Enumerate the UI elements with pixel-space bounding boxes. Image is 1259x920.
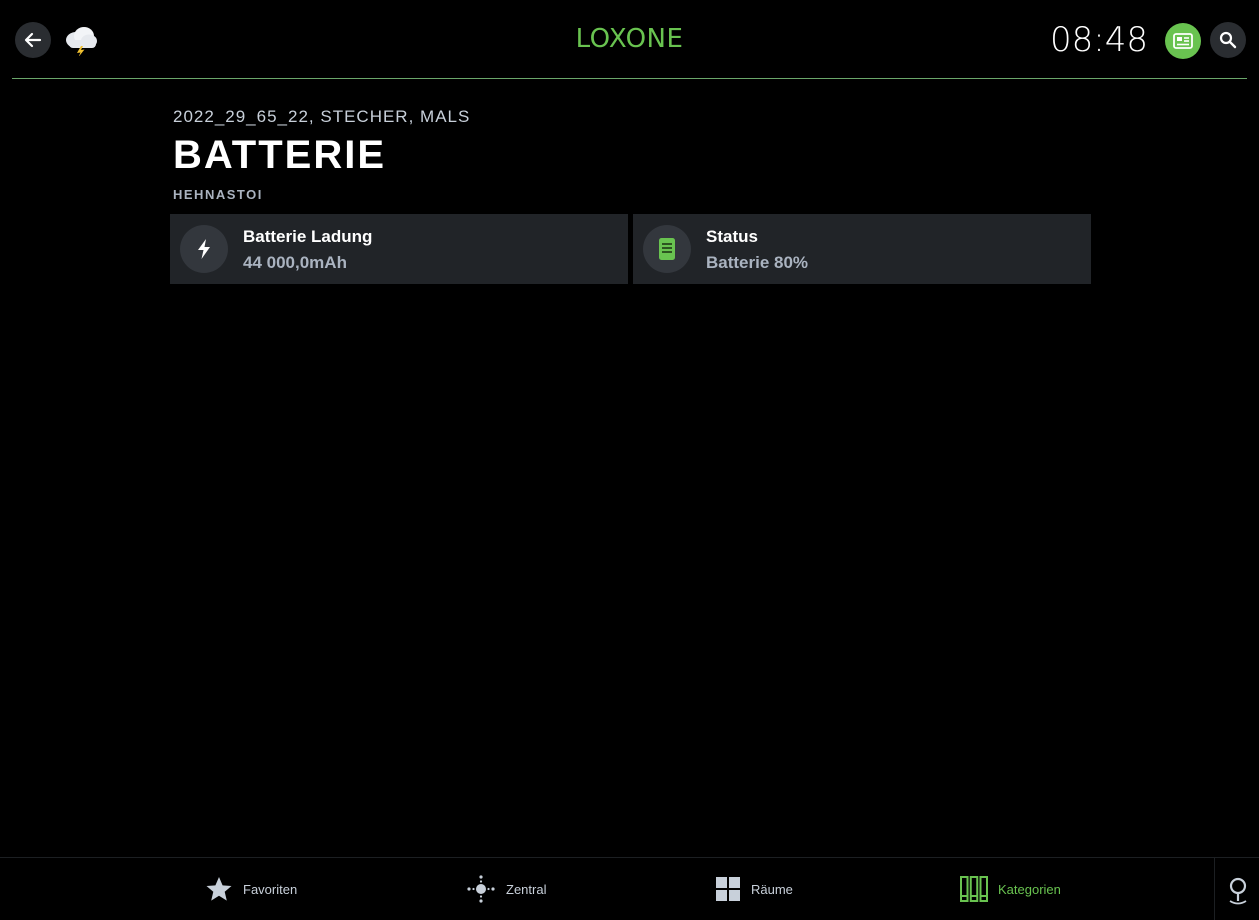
- search-icon: [1219, 31, 1237, 49]
- battery-icon: [659, 238, 675, 260]
- star-icon: [206, 877, 232, 901]
- card-icon-circle: [180, 225, 228, 273]
- central-icon: [467, 875, 495, 903]
- nav-label: Zentral: [506, 881, 547, 897]
- nav-label: Favoriten: [243, 881, 298, 897]
- card-value: 44 000,0mAh: [243, 253, 347, 272]
- clock: 08:48: [1050, 20, 1148, 60]
- top-bar: LOXONE 08:48: [0, 0, 1259, 80]
- card-status[interactable]: Status Batterie 80%: [633, 214, 1091, 284]
- nav-divider: [1214, 858, 1215, 920]
- nav-zentral[interactable]: Zentral: [466, 858, 546, 920]
- header-divider: [12, 78, 1247, 79]
- card-batterie-ladung[interactable]: Batterie Ladung 44 000,0mAh: [170, 214, 628, 284]
- location-pin-button[interactable]: [1226, 877, 1250, 910]
- news-button[interactable]: [1165, 23, 1201, 59]
- search-button[interactable]: [1210, 22, 1246, 58]
- nav-favoriten[interactable]: Favoriten: [205, 858, 297, 920]
- card-title: Batterie Ladung: [243, 227, 373, 246]
- card-title: Status: [706, 227, 758, 246]
- nav-label: Kategorien: [998, 881, 1061, 897]
- rooms-icon: [716, 877, 740, 901]
- lightning-icon: [198, 239, 210, 259]
- nav-kategorien[interactable]: Kategorien: [960, 858, 1061, 920]
- location-pin-icon: [1229, 877, 1247, 905]
- nav-label: Räume: [751, 881, 793, 897]
- page-title: BATTERIE: [173, 133, 387, 177]
- card-icon-circle: [643, 225, 691, 273]
- card-value: Batterie 80%: [706, 253, 809, 272]
- nav-raeume[interactable]: Räume: [715, 858, 793, 920]
- categories-icon: [960, 876, 988, 902]
- breadcrumb: 2022_29_65_22, STECHER, MALS: [173, 107, 471, 126]
- news-icon: [1173, 33, 1193, 49]
- bottom-navigation: Favoriten Zentral Räume Kategorien: [0, 857, 1259, 920]
- page-subtitle: HEHNASTOI: [173, 187, 263, 202]
